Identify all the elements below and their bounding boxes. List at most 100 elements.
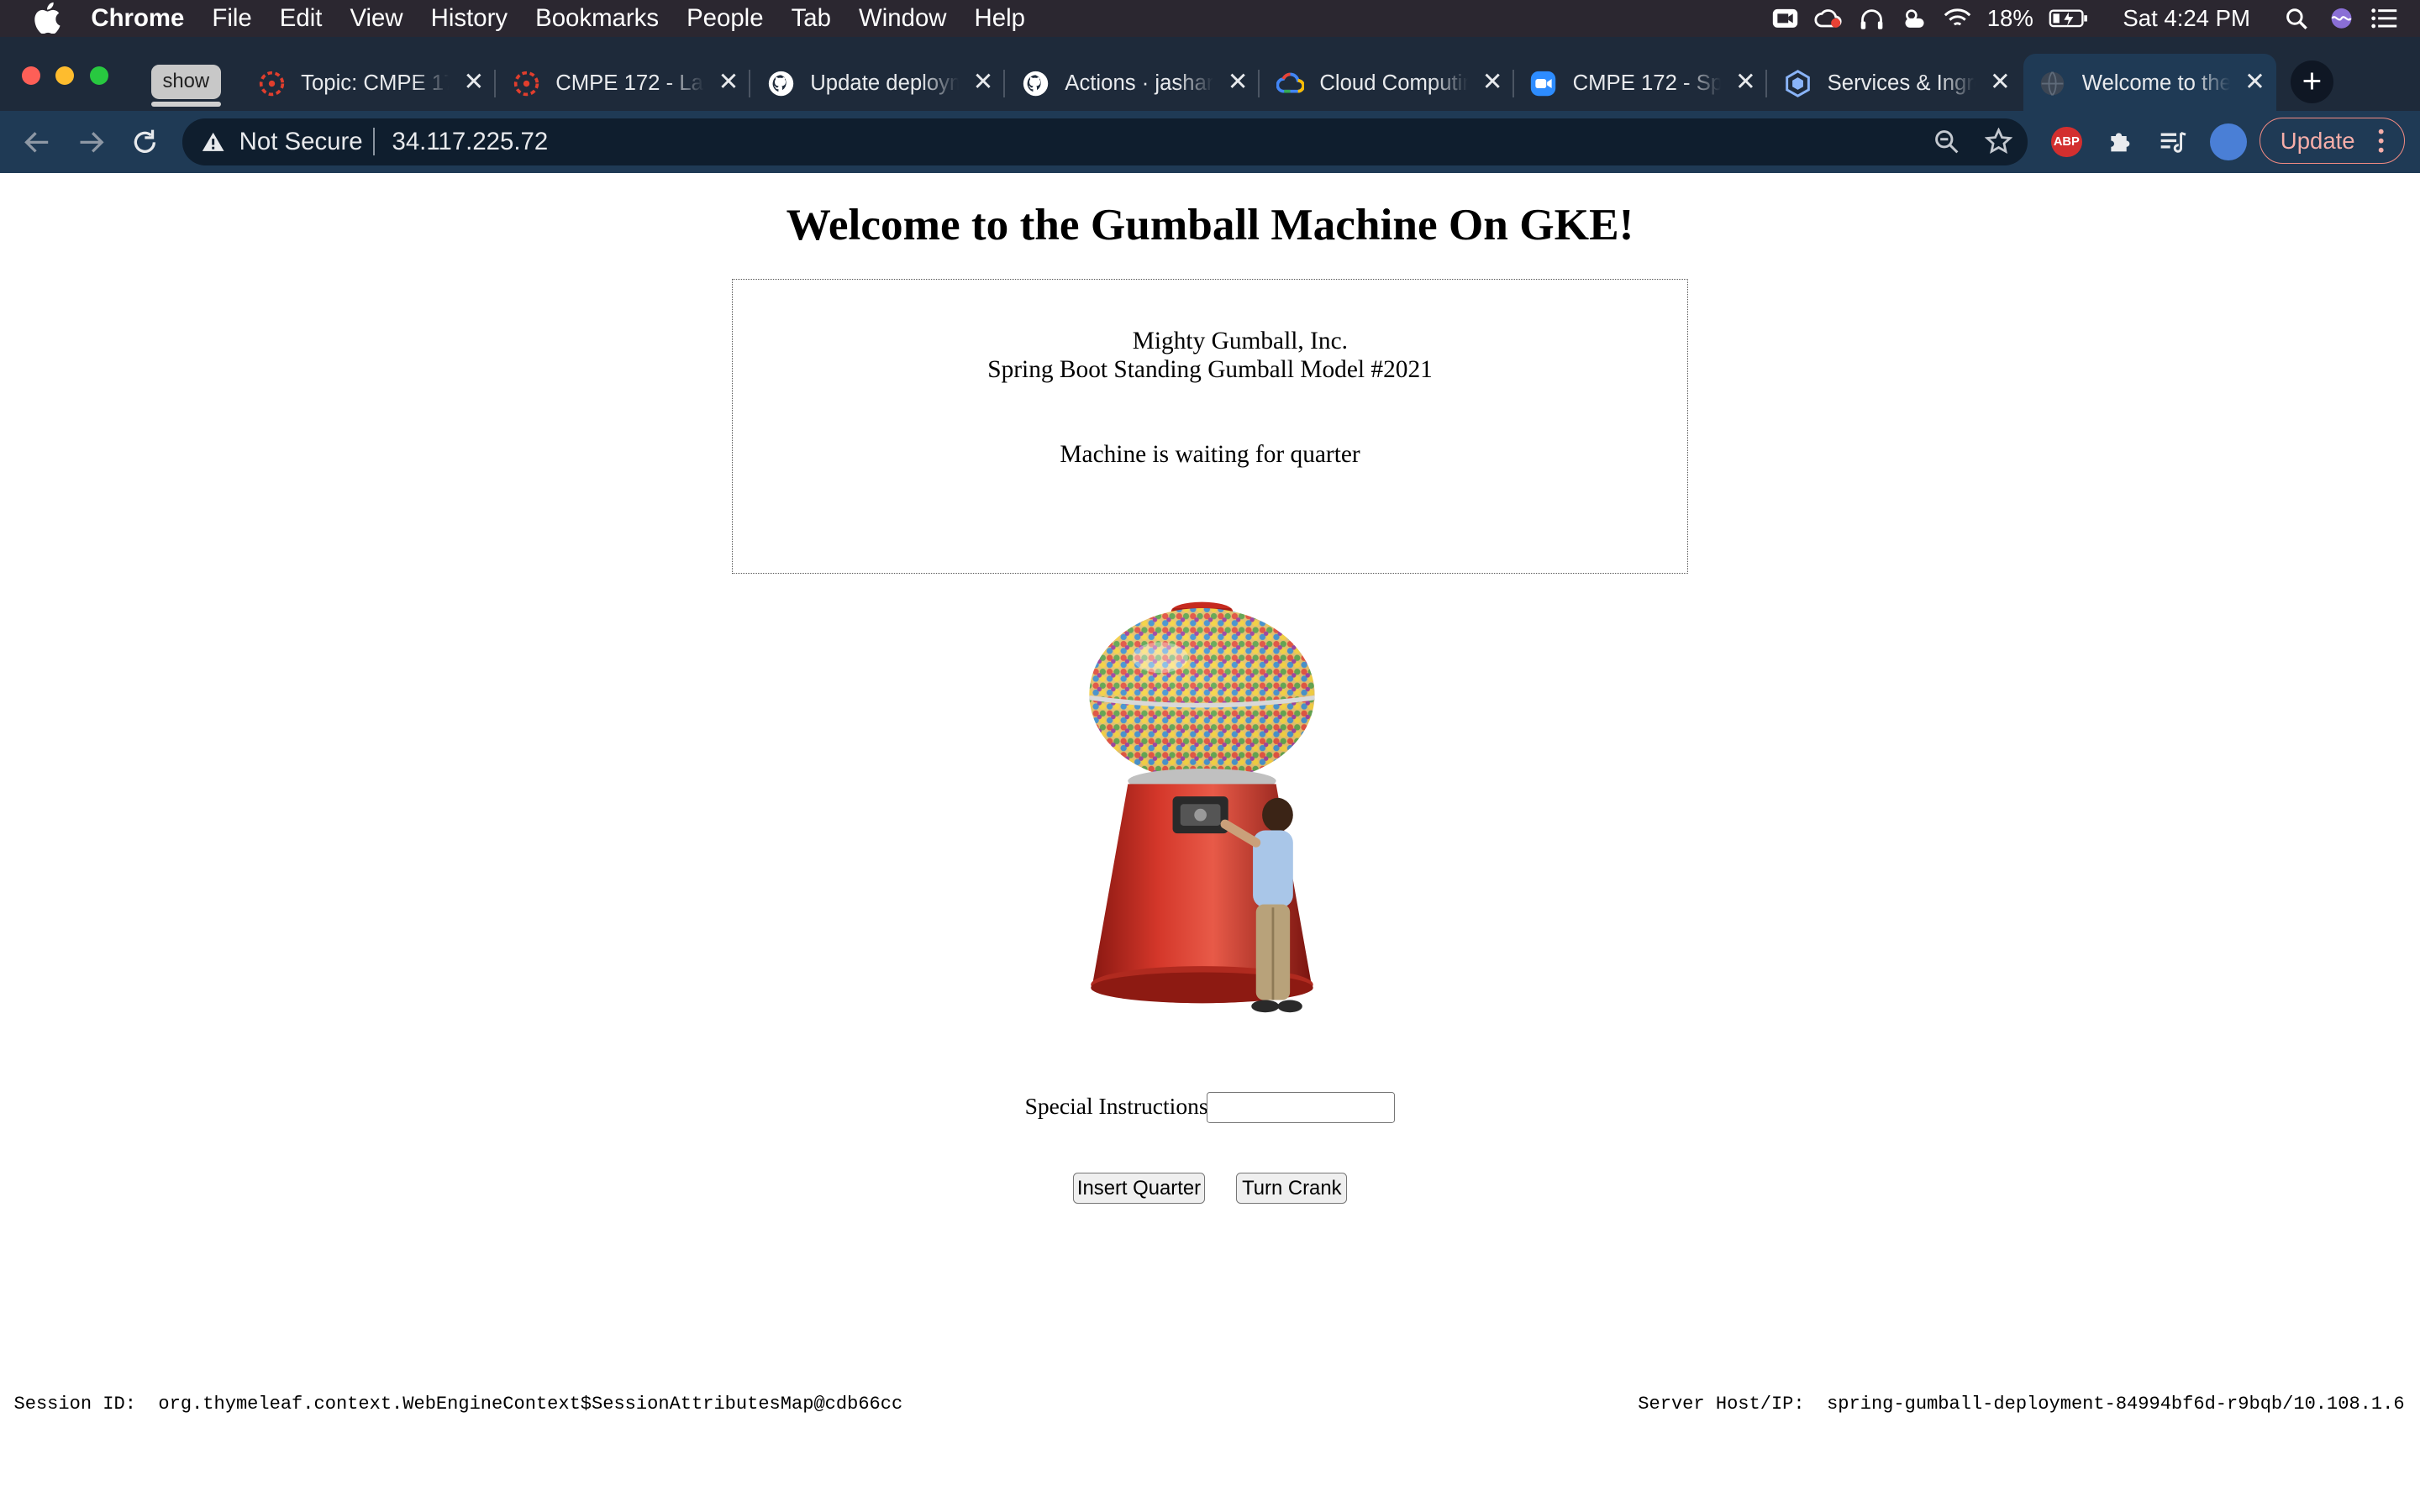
wifi-icon[interactable] [1944,8,1971,29]
tab-cmpe-lab[interactable]: CMPE 172 - Lab ✕ [497,54,750,111]
show-tab-group-button[interactable]: show [150,65,221,107]
omnibox-divider [373,128,376,156]
macos-menu-bar: Chrome File Edit View History Bookmarks … [0,0,2420,38]
tab-separator [1002,69,1005,97]
turn-crank-button[interactable]: Turn Crank [1236,1172,1348,1204]
menu-tab[interactable]: Tab [792,0,831,37]
apple-icon[interactable] [33,2,60,34]
creative-cloud-icon[interactable] [1814,8,1842,29]
menu-history[interactable]: History [431,0,508,37]
close-icon[interactable]: ✕ [1479,68,1507,96]
server-info: Server Host/IP: spring-gumball-deploymen… [1638,1394,2404,1415]
address-bar[interactable]: Not Secure 34.117.225.72 [182,118,2028,165]
forward-icon[interactable] [76,127,107,158]
special-instructions-label: Special Instructions: [1024,1093,1215,1120]
url-text[interactable]: 34.117.225.72 [392,128,549,155]
tab-separator [748,69,750,97]
machine-status: Machine is waiting for quarter [1060,441,1360,469]
close-icon[interactable]: ✕ [1223,68,1251,96]
browser-toolbar: Not Secure 34.117.225.72 ABP Update [0,111,2420,173]
close-icon[interactable]: ✕ [2241,68,2269,96]
page-title: Welcome to the Gumball Machine On GKE! [786,200,1634,250]
more-menu-icon[interactable] [2378,129,2384,154]
battery-percent: 18% [1986,5,2033,32]
warning-icon[interactable] [201,131,225,153]
notification-center-icon[interactable] [2370,8,2398,29]
tab-cloud-computing[interactable]: Cloud Computing ✕ [1261,54,1514,111]
spotlight-search-icon[interactable] [2284,8,2312,29]
tab-actions[interactable]: Actions · jashan ✕ [1007,54,1260,111]
tab-separator [1765,69,1768,97]
globe-icon [2041,71,2065,96]
menu-app-name[interactable]: Chrome [91,0,184,37]
siri-icon[interactable] [2328,8,2355,29]
google-cloud-icon [1276,72,1304,93]
reload-icon[interactable] [129,127,160,158]
tab-title: Welcome to the [2082,69,2230,97]
web-page: Welcome to the Gumball Machine On GKE! M… [0,172,2420,1512]
plus-icon: + [2302,60,2323,100]
canvas-icon [259,71,284,96]
tab-title: CMPE 172 - Spring [1573,69,1721,97]
insert-quarter-button[interactable]: Insert Quarter [1072,1172,1206,1204]
tab-title: Topic: CMPE 172 [301,69,449,97]
menu-view[interactable]: View [350,0,402,37]
menu-people[interactable]: People [687,0,763,37]
special-instructions-input[interactable] [1207,1092,1396,1124]
github-icon [1023,71,1049,96]
tab-topic-cmpe[interactable]: Topic: CMPE 172 ✕ [242,54,496,111]
tab-separator [493,69,496,97]
back-icon[interactable] [22,127,53,158]
close-icon[interactable]: ✕ [714,68,742,96]
reading-list-icon[interactable] [2158,127,2189,158]
update-label: Update [2280,127,2355,154]
tab-cmpe-spring[interactable]: CMPE 172 - Spring ✕ [1514,54,1768,111]
security-status[interactable]: Not Secure [239,128,363,155]
tab-title: Services & Ingress [1828,69,1975,97]
zoom-magnifier-icon[interactable] [1933,128,1960,155]
extensions-puzzle-icon[interactable] [2105,127,2136,158]
zoom-status-icon[interactable] [1771,8,1799,29]
tab-update-deployment[interactable]: Update deployment ✕ [751,54,1005,111]
window-zoom-button[interactable] [89,66,108,85]
canvas-icon [513,71,539,96]
menu-file[interactable]: File [212,0,251,37]
browser-tab-strip: show Topic: CMPE 172 ✕ CMPE 172 - Lab ✕ … [0,37,2420,112]
battery-icon[interactable] [2049,8,2089,29]
weather-icon[interactable] [1901,8,1928,29]
adblock-plus-icon[interactable]: ABP [2050,126,2082,158]
server-host-value: spring-gumball-deployment-84994bf6d-r9bq… [1827,1393,2405,1415]
headphones-icon[interactable] [1858,8,1886,29]
zoom-icon [1530,71,1556,96]
machine-message-box: Mighty Gumball, Inc. Spring Boot Standin… [731,279,1689,575]
server-host-label: Server Host/IP: [1638,1393,1805,1415]
menu-edit[interactable]: Edit [280,0,323,37]
close-icon[interactable]: ✕ [1986,68,2014,96]
tab-title: Cloud Computing [1319,69,1468,97]
session-id-value: org.thymeleaf.context.WebEngineContext$S… [158,1393,903,1415]
tab-separator [1257,69,1260,97]
gumball-machine-image [1089,601,1316,1012]
tab-title: Update deployment [810,69,959,97]
company-name: Mighty Gumball, Inc. [1132,327,1348,354]
window-close-button[interactable] [21,66,40,85]
menu-bookmarks[interactable]: Bookmarks [535,0,659,37]
window-minimize-button[interactable] [55,66,75,85]
github-icon [768,71,794,96]
session-id-label: Session ID: [13,1393,136,1415]
tab-title: Actions · jashan [1065,69,1213,97]
machine-model: Spring Boot Standing Gumball Model #2021 [987,356,1433,384]
close-icon[interactable]: ✕ [1732,68,1760,96]
close-icon[interactable]: ✕ [460,68,487,96]
new-tab-button[interactable]: + [2290,60,2334,104]
tab-services-ingress[interactable]: Services & Ingress ✕ [1769,54,2022,111]
menu-help[interactable]: Help [975,0,1025,37]
clock[interactable]: Sat 4:24 PM [2123,5,2250,32]
chrome-update-button[interactable]: Update [2259,117,2405,164]
tab-welcome-active[interactable]: Welcome to the ✕ [2023,54,2277,112]
tab-title: CMPE 172 - Lab [555,69,704,97]
profile-avatar[interactable] [2210,123,2248,160]
close-icon[interactable]: ✕ [969,68,997,96]
menu-window[interactable]: Window [859,0,946,37]
bookmark-star-icon[interactable] [1984,128,2013,155]
